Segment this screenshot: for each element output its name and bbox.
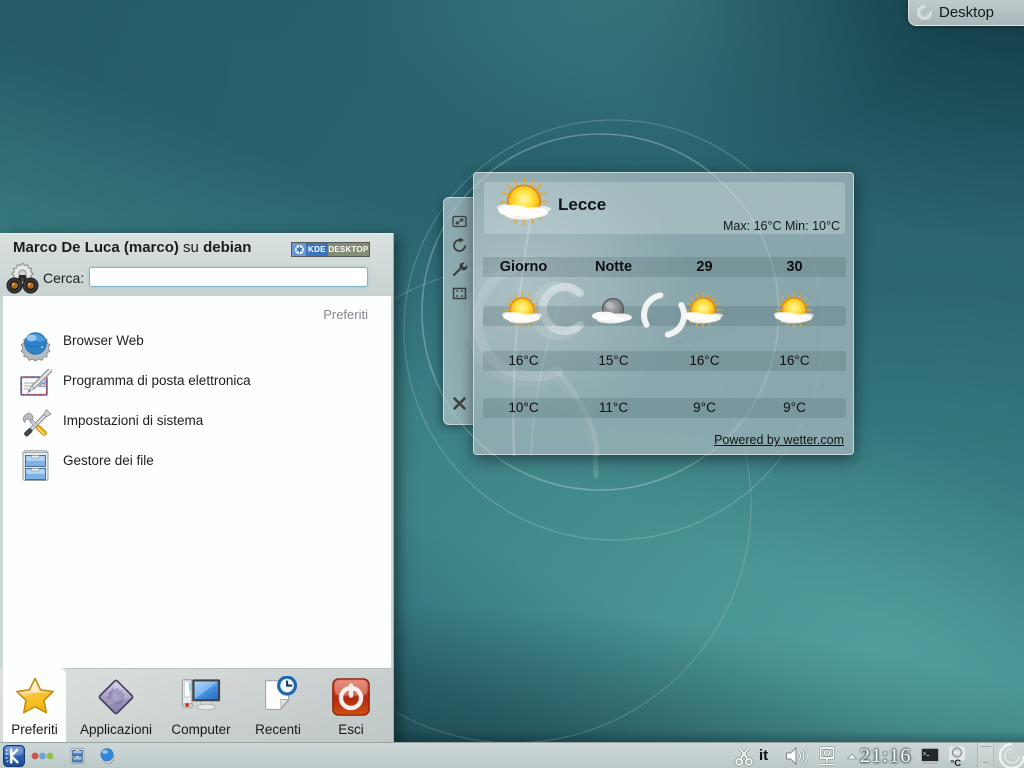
svg-text:°C: °C: [951, 758, 962, 767]
